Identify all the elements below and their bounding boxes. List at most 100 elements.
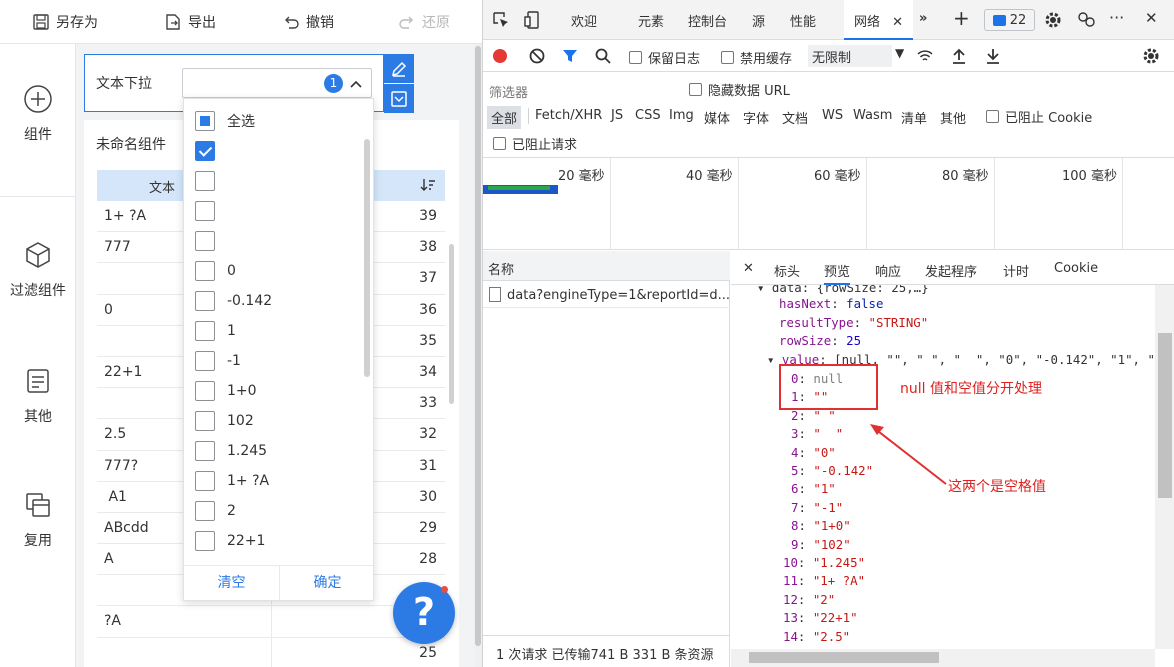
blocked-cookies-toggle[interactable]: 已阻止 Cookie [986, 107, 1092, 126]
preview-horizontal-scrollbar[interactable] [731, 649, 1155, 667]
hide-data-urls-toggle[interactable]: 隐藏数据 URL [689, 80, 790, 99]
type-filter-other[interactable]: 其他 [940, 108, 966, 127]
save-as-button[interactable]: 另存为 [32, 11, 98, 33]
device-toolbar-icon[interactable] [523, 10, 543, 30]
type-filter-media[interactable]: 媒体 [704, 108, 730, 127]
checkbox[interactable] [195, 171, 215, 191]
close-icon[interactable]: ✕ [892, 15, 903, 30]
sidebar-item-components[interactable]: 组件 [0, 84, 76, 144]
more-options-icon[interactable]: ··· [1109, 8, 1124, 27]
network-settings-icon[interactable] [1141, 46, 1161, 66]
clear-icon[interactable] [527, 46, 547, 66]
tab-cookies[interactable]: Cookie [1054, 261, 1098, 276]
tab-initiator[interactable]: 发起程序 [925, 261, 977, 280]
checkbox[interactable] [721, 51, 734, 64]
tab-preview[interactable]: 预览 [824, 251, 851, 285]
filter-option[interactable]: -1 [195, 350, 241, 372]
redo-button[interactable]: 还原 [398, 11, 450, 33]
close-devtools-icon[interactable]: ✕ [1145, 9, 1158, 27]
blocked-requests-toggle[interactable]: 已阻止请求 [493, 134, 577, 153]
tab-console[interactable]: 控制台 [688, 11, 727, 30]
sidebar-item-filter-components[interactable]: 过滤组件 [0, 240, 76, 300]
checkbox[interactable] [195, 111, 215, 131]
canvas-scrollbar[interactable] [474, 44, 482, 667]
checkbox[interactable] [195, 201, 215, 221]
filter-option[interactable] [195, 230, 227, 252]
checkbox[interactable] [195, 441, 215, 461]
preview-vertical-scrollbar[interactable] [1155, 285, 1174, 649]
checkbox[interactable] [629, 51, 642, 64]
gear-icon[interactable] [1043, 10, 1063, 30]
filter-option[interactable]: 1 [195, 320, 236, 342]
checkbox[interactable] [195, 531, 215, 551]
checkbox[interactable] [195, 471, 215, 491]
type-filter-img[interactable]: Img [669, 108, 694, 123]
disable-cache-toggle[interactable]: 禁用缓存 [721, 48, 792, 67]
filter-option[interactable]: 1+0 [195, 380, 257, 402]
chevron-down-icon[interactable]: ▼ [895, 46, 904, 60]
filter-option[interactable] [195, 140, 227, 162]
import-icon[interactable] [949, 46, 969, 66]
filter-option[interactable]: 2 [195, 500, 236, 522]
filter-option[interactable]: 1+ ?A [195, 470, 269, 492]
checkbox[interactable] [195, 501, 215, 521]
filter-icon[interactable] [560, 46, 580, 66]
tab-response[interactable]: 响应 [875, 261, 901, 280]
filter-option[interactable]: 22+1 [195, 530, 265, 552]
checkbox[interactable] [195, 381, 215, 401]
tab-headers[interactable]: 标头 [774, 261, 800, 280]
checkbox[interactable] [195, 411, 215, 431]
filter-select[interactable]: 1 [182, 68, 372, 98]
request-row[interactable]: data?engineType=1&reportId=d... [483, 282, 730, 308]
export-button[interactable]: 导出 [164, 11, 216, 33]
throttle-select[interactable]: 无限制 [808, 45, 892, 67]
export-har-icon[interactable] [983, 46, 1003, 66]
checkbox[interactable] [195, 261, 215, 281]
type-filter-wasm[interactable]: Wasm [853, 108, 892, 123]
filter-option[interactable]: 102 [195, 410, 254, 432]
checkbox[interactable] [689, 83, 702, 96]
checkbox[interactable] [986, 110, 999, 123]
confirm-button[interactable]: 确定 [279, 566, 373, 600]
select-all-option[interactable]: 全选 [195, 110, 255, 132]
network-timeline[interactable]: 20 毫秒 40 毫秒 60 毫秒 80 毫秒 100 毫秒 [483, 158, 1174, 250]
undo-button[interactable]: 撤销 [282, 11, 334, 33]
add-tab-icon[interactable]: + [953, 6, 970, 30]
type-filter-font[interactable]: 字体 [743, 108, 769, 127]
search-icon[interactable] [593, 46, 613, 66]
tab-network[interactable]: 网络 ✕ [844, 0, 914, 40]
filter-option[interactable] [195, 200, 227, 222]
clear-button[interactable]: 清空 [184, 566, 279, 600]
tab-welcome[interactable]: 欢迎 [571, 11, 597, 30]
more-tabs-icon[interactable]: » [919, 11, 927, 26]
filter-option[interactable] [195, 170, 227, 192]
checkbox[interactable] [195, 231, 215, 251]
tab-sources[interactable]: 源 [752, 11, 765, 30]
json-data-node[interactable]: ▾ data: {rowSize: 25,…} [757, 285, 929, 295]
preserve-log-toggle[interactable]: 保留日志 [629, 48, 700, 67]
collapse-widget-button[interactable] [384, 84, 414, 113]
checkbox[interactable] [195, 321, 215, 341]
type-filter-js[interactable]: JS [611, 108, 623, 123]
checkbox[interactable] [195, 291, 215, 311]
type-filter-css[interactable]: CSS [635, 108, 661, 123]
column-header-text[interactable]: 文本 [149, 177, 175, 196]
checkbox[interactable] [195, 141, 215, 161]
type-filter-doc[interactable]: 文档 [782, 108, 808, 127]
column-header-name[interactable]: 名称 [483, 251, 730, 281]
checkbox[interactable] [195, 351, 215, 371]
filter-option[interactable]: 1.245 [195, 440, 267, 462]
network-conditions-icon[interactable] [915, 46, 935, 66]
messages-badge[interactable]: 22 [984, 9, 1035, 31]
filter-input[interactable]: 筛选器 [489, 79, 669, 101]
inspect-element-icon[interactable] [491, 10, 511, 30]
sidebar-item-reuse[interactable]: 复用 [0, 490, 76, 550]
type-filter-manifest[interactable]: 清单 [901, 108, 927, 127]
record-icon[interactable] [490, 46, 510, 66]
feedback-icon[interactable] [1076, 10, 1096, 30]
checkbox[interactable] [493, 137, 506, 150]
sidebar-item-other[interactable]: 其他 [0, 366, 76, 426]
edit-widget-button[interactable] [384, 54, 414, 83]
type-filter-fetch-xhr[interactable]: Fetch/XHR [535, 108, 602, 123]
tab-timing[interactable]: 计时 [1003, 261, 1029, 280]
